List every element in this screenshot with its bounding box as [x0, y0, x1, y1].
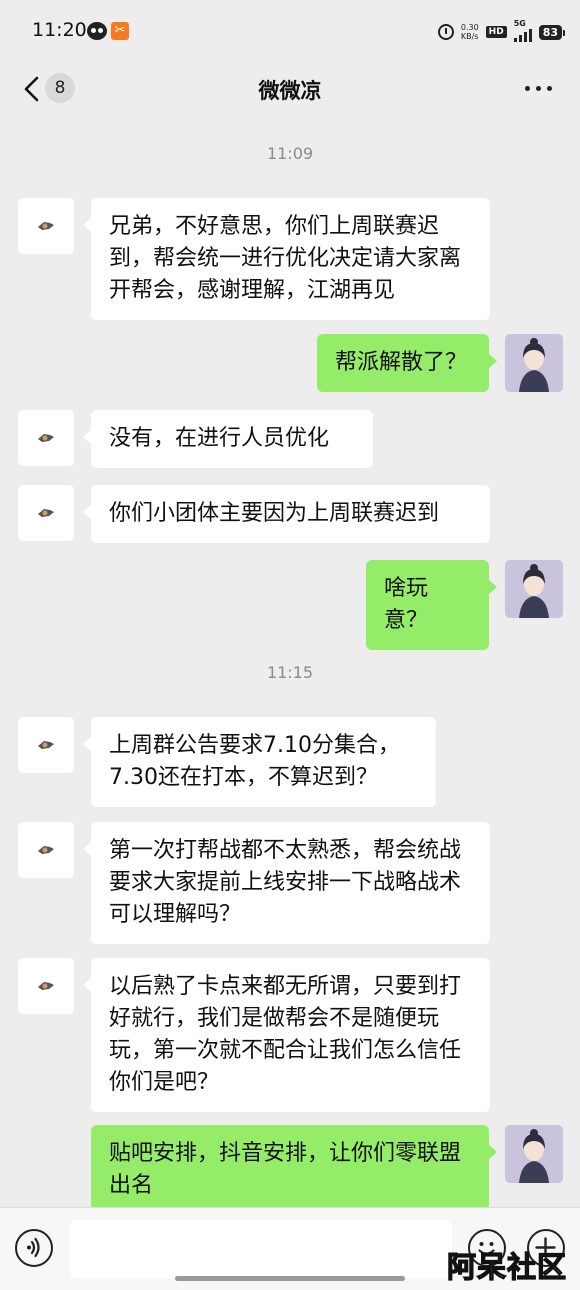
message-bubble-incoming[interactable]: 你们小团体主要因为上周联赛迟到	[83, 485, 490, 543]
alarm-icon	[437, 24, 454, 40]
my-avatar[interactable]	[505, 560, 563, 618]
message-bubble-outgoing[interactable]: 贴吧安排，抖音安排，让你们零联盟出名	[91, 1125, 497, 1207]
chat-header: 8 微微凉	[0, 62, 580, 120]
network-speed: 0.30 KB/s	[461, 23, 479, 41]
status-time: 11:20	[32, 19, 87, 41]
message-bubble-incoming[interactable]: 上周群公告要求7.10分集合，7.30还在打本，不算迟到？	[83, 717, 436, 807]
message-list[interactable]: 11:09 兄弟，不好意思，你们上周联赛迟到，帮会统一进行优化决定请大家离开帮会…	[0, 120, 580, 1207]
message-bubble-incoming[interactable]: 没有，在进行人员优化	[83, 410, 373, 468]
voice-icon	[27, 1237, 40, 1258]
contact-avatar[interactable]	[18, 822, 74, 878]
network-speed-unit: KB/s	[460, 32, 479, 41]
voice-input-button[interactable]	[15, 1229, 53, 1267]
status-bar: 11:20 ✂ 0.30 KB/s HD 5G 83	[0, 0, 580, 62]
network-type: 5G	[513, 19, 526, 28]
message-bubble-outgoing[interactable]: 帮派解散了？	[317, 334, 497, 392]
my-avatar[interactable]	[505, 334, 563, 392]
status-indicators: 0.30 KB/s HD 5G 83	[437, 19, 566, 42]
network-speed-value: 0.30	[460, 23, 479, 32]
message-input[interactable]	[70, 1220, 452, 1278]
chat-title: 微微凉	[258, 79, 322, 103]
message-timestamp: 11:15	[266, 663, 314, 682]
contact-avatar[interactable]	[18, 198, 74, 254]
contact-avatar[interactable]	[18, 485, 74, 541]
battery-icon: 83	[538, 24, 566, 40]
my-avatar[interactable]	[505, 1125, 563, 1183]
message-bubble-incoming[interactable]: 兄弟，不好意思，你们上周联赛迟到，帮会统一进行优化决定请大家离开帮会，感谢理解，…	[83, 198, 490, 320]
message-bubble-outgoing[interactable]: 啥玩意？	[366, 560, 497, 650]
app-notification-icon	[87, 22, 107, 40]
contact-avatar[interactable]	[18, 717, 74, 773]
more-options-icon[interactable]	[525, 86, 552, 92]
home-indicator[interactable]	[175, 1276, 405, 1281]
contact-avatar[interactable]	[18, 958, 74, 1014]
contact-avatar[interactable]	[18, 410, 74, 466]
message-bubble-incoming[interactable]: 以后熟了卡点来都无所谓，只要到打好就行，我们是做帮会不是随便玩玩，第一次就不配合…	[83, 958, 490, 1112]
hd-voice-icon: HD	[485, 26, 507, 38]
message-bubble-incoming[interactable]: 第一次打帮战都不太熟悉，帮会统战要求大家提前上线安排一下战略战术可以理解吗？	[83, 822, 490, 944]
app-notification-icon-2: ✂	[111, 22, 129, 40]
message-timestamp: 11:09	[266, 144, 314, 163]
watermark-text: 阿呆社区	[446, 1249, 568, 1284]
signal-icon: 5G	[513, 19, 532, 42]
